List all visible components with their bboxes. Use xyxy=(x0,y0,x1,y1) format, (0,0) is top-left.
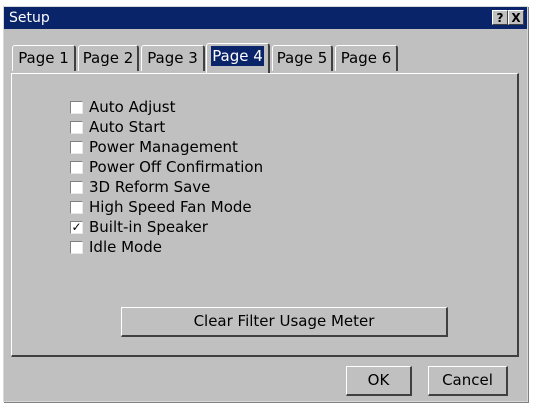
tab-page-3[interactable]: Page 3 xyxy=(141,45,205,71)
option-auto-start[interactable]: Auto Start xyxy=(70,117,165,137)
tab-panel: Auto Adjust Auto Start Power Management … xyxy=(11,73,519,357)
option-label: Built-in Speaker xyxy=(89,218,208,236)
checkbox[interactable] xyxy=(70,200,83,214)
tab-page-2[interactable]: Page 2 xyxy=(78,45,139,71)
tab-page-5[interactable]: Page 5 xyxy=(272,45,333,71)
checkbox[interactable] xyxy=(70,100,83,114)
option-label: Auto Adjust xyxy=(89,98,176,116)
ok-button[interactable]: OK xyxy=(346,366,412,396)
option-built-in-speaker[interactable]: ✓ Built-in Speaker xyxy=(70,217,208,237)
option-auto-adjust[interactable]: Auto Adjust xyxy=(70,97,175,117)
option-label: High Speed Fan Mode xyxy=(89,198,252,216)
tab-page-6[interactable]: Page 6 xyxy=(335,45,398,71)
checkbox[interactable] xyxy=(70,180,83,194)
title-bar[interactable]: Setup ? X xyxy=(4,7,527,29)
option-label: Idle Mode xyxy=(89,238,162,256)
checkbox[interactable] xyxy=(70,140,83,154)
clear-filter-usage-meter-button[interactable]: Clear Filter Usage Meter xyxy=(121,307,448,337)
checkbox[interactable] xyxy=(70,120,83,134)
option-power-management[interactable]: Power Management xyxy=(70,137,238,157)
help-icon[interactable]: ? xyxy=(492,10,508,25)
option-high-speed-fan-mode[interactable]: High Speed Fan Mode xyxy=(70,197,252,217)
option-power-off-confirmation[interactable]: Power Off Confirmation xyxy=(70,157,263,177)
tab-page-4[interactable]: Page 4 xyxy=(206,43,270,73)
option-3d-reform-save[interactable]: 3D Reform Save xyxy=(70,177,210,197)
cancel-button[interactable]: Cancel xyxy=(428,366,508,396)
checkbox-checked[interactable]: ✓ xyxy=(70,219,83,234)
checkmark-icon: ✓ xyxy=(71,219,82,234)
option-label: Auto Start xyxy=(89,118,166,136)
window-title: Setup xyxy=(9,10,50,26)
checkbox[interactable] xyxy=(70,240,83,254)
close-icon[interactable]: X xyxy=(508,10,524,25)
setup-dialog: Setup ? X Page 1 Page 2 Page 3 Page 4 Pa… xyxy=(3,6,528,402)
option-label: 3D Reform Save xyxy=(89,178,211,196)
option-label: Power Management xyxy=(89,138,238,156)
tab-page-1[interactable]: Page 1 xyxy=(12,45,76,71)
checkbox[interactable] xyxy=(70,160,83,174)
option-label: Power Off Confirmation xyxy=(89,158,264,176)
option-idle-mode[interactable]: Idle Mode xyxy=(70,237,162,257)
